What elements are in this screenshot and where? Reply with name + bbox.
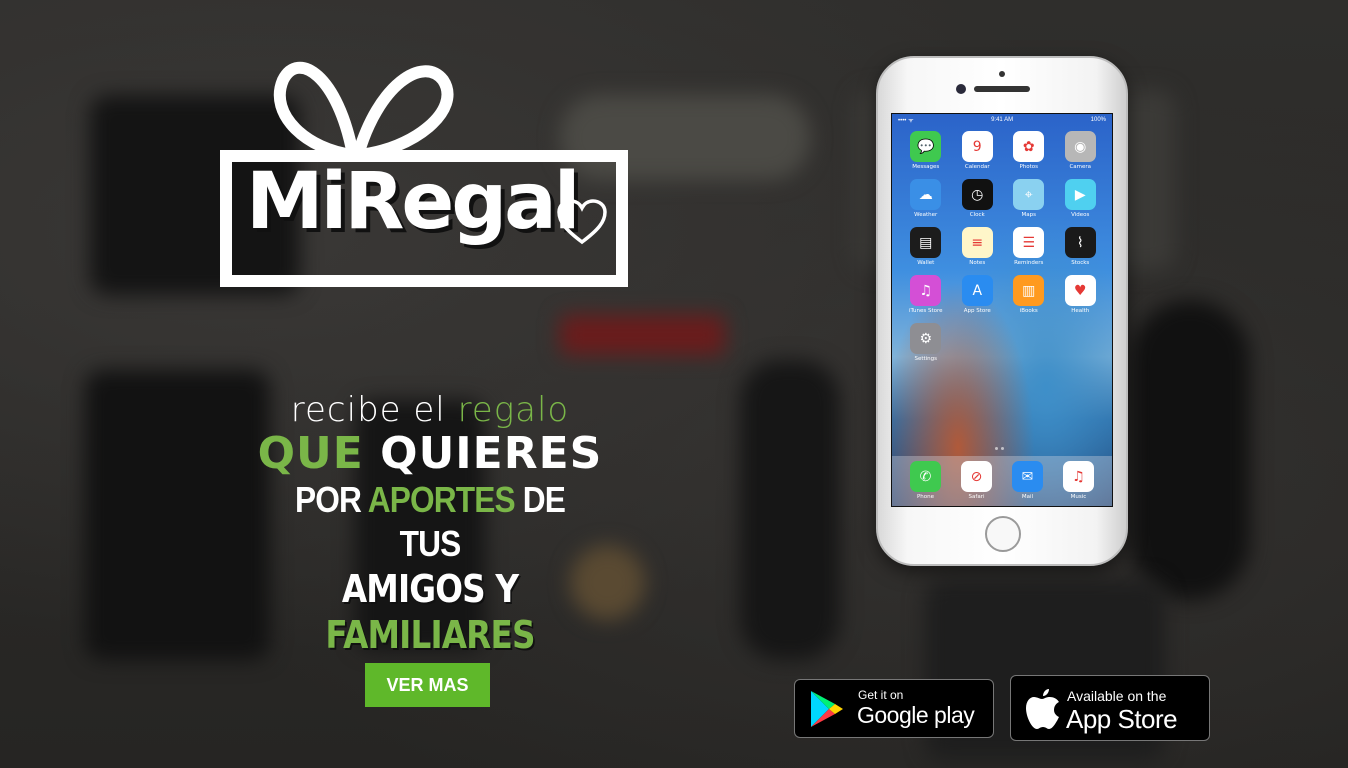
messages-icon: 💬 xyxy=(910,131,942,162)
mail-icon: ✉ xyxy=(1012,461,1043,492)
videos-icon: ▶ xyxy=(1064,179,1096,210)
gift-bow-icon xyxy=(273,61,454,161)
background-photo xyxy=(0,0,1348,768)
app-label: Phone xyxy=(916,494,935,500)
settings-icon: ⚙ xyxy=(910,323,942,354)
app-label: iTunes Store xyxy=(908,308,943,314)
app-label: App Store xyxy=(963,308,991,314)
apple-icon xyxy=(1026,689,1059,729)
app-phone: ✆ Phone xyxy=(900,461,951,506)
tagline-line-4: AMIGOS Y FAMILIARES xyxy=(325,567,535,657)
app-label: Photos xyxy=(1019,164,1039,170)
google-play-badge[interactable]: Get it on Google play xyxy=(794,679,994,738)
page-indicator xyxy=(995,447,1004,450)
clock-icon: ◷ xyxy=(961,179,993,210)
tagline: recibe el regalo QUE QUIERES POR APORTES… xyxy=(250,390,610,658)
tagline-line-1: recibe el regalo xyxy=(290,390,570,430)
reminders-icon: ☰ xyxy=(1013,227,1045,258)
app-label: Safari xyxy=(968,494,985,500)
app-label: Weather xyxy=(914,212,938,218)
app-label: Maps xyxy=(1021,212,1036,218)
notes-icon: ≡ xyxy=(961,227,993,258)
app-label: Calendar xyxy=(964,164,990,170)
app-label: Messages xyxy=(912,164,940,170)
health-icon: ♥ xyxy=(1064,275,1096,306)
tagline-line-2: QUE QUIERES xyxy=(257,428,603,479)
app-stocks: ⌇ Stocks xyxy=(1055,227,1107,266)
app-label: Mail xyxy=(1021,494,1034,500)
app-label: Camera xyxy=(1069,164,1092,170)
appstore-icon: A xyxy=(961,275,993,306)
wallet-icon: ▤ xyxy=(910,227,942,258)
app-maps: ⌖ Maps xyxy=(1003,179,1055,218)
app-music: ♫ Music xyxy=(1053,461,1104,506)
app-notes: ≡ Notes xyxy=(952,227,1004,266)
itunes-icon: ♫ xyxy=(910,275,942,306)
ver-mas-button[interactable]: VER MAS xyxy=(365,663,490,707)
app-label: iBooks xyxy=(1019,308,1038,314)
weather-icon: ☁ xyxy=(910,179,942,210)
google-play-icon xyxy=(811,691,843,727)
stocks-icon: ⌇ xyxy=(1064,227,1096,258)
app-label: Reminders xyxy=(1014,260,1044,266)
app-dock: ✆ Phone ⊘ Safari ✉ Mail ♫ Music xyxy=(892,456,1112,506)
phone-speaker xyxy=(974,86,1030,92)
logo-text: MiRegal xyxy=(246,157,581,247)
app-reminders: ☰ Reminders xyxy=(1003,227,1055,266)
safari-icon: ⊘ xyxy=(961,461,992,492)
app-clock: ◷ Clock xyxy=(952,179,1004,218)
home-button xyxy=(985,516,1021,552)
app-label: Settings xyxy=(914,356,938,362)
app-grid: 💬 Messages 9 Calendar ✿ Photos ◉ Camera ☁ Weather… xyxy=(900,131,1106,362)
ibooks-icon: ▥ xyxy=(1013,275,1045,306)
app-mail: ✉ Mail xyxy=(1002,461,1053,506)
app-ibooks: ▥ iBooks xyxy=(1003,275,1055,314)
photos-icon: ✿ xyxy=(1013,131,1045,162)
app-videos: ▶ Videos xyxy=(1055,179,1107,218)
app-store-badge[interactable]: Available on the App Store xyxy=(1010,675,1210,741)
app-label: Clock xyxy=(969,212,985,218)
app-health: ♥ Health xyxy=(1055,275,1107,314)
phone-screen: •••• ᯤ 9:41 AM 100% 💬 Messages 9 Calendar ✿ P… xyxy=(891,113,1113,507)
heart-icon xyxy=(557,199,607,245)
music-icon: ♫ xyxy=(1063,461,1094,492)
app-itunes-store: ♫ iTunes Store xyxy=(900,275,952,314)
camera-icon: ◉ xyxy=(1064,131,1096,162)
app-camera: ◉ Camera xyxy=(1055,131,1107,170)
app-messages: 💬 Messages xyxy=(900,131,952,170)
phone-icon: ✆ xyxy=(910,461,941,492)
app-calendar: 9 Calendar xyxy=(952,131,1004,170)
app-weather: ☁ Weather xyxy=(900,179,952,218)
tagline-line-3: POR APORTES DE TUS xyxy=(295,479,566,564)
phone-sensor xyxy=(999,71,1005,77)
miregalo-logo[interactable]: MiRegal xyxy=(218,55,630,290)
app-label: Health xyxy=(1071,308,1090,314)
phone-mockup: •••• ᯤ 9:41 AM 100% 💬 Messages 9 Calendar ✿ P… xyxy=(876,56,1128,566)
maps-icon: ⌖ xyxy=(1013,179,1045,210)
front-camera xyxy=(956,84,966,94)
app-safari: ⊘ Safari xyxy=(951,461,1002,506)
app-label: Videos xyxy=(1071,212,1090,218)
status-bar: •••• ᯤ 9:41 AM 100% xyxy=(898,117,1106,124)
app-wallet: ▤ Wallet xyxy=(900,227,952,266)
app-label: Stocks xyxy=(1071,260,1090,266)
app-label: Music xyxy=(1070,494,1087,500)
app-app-store: A App Store xyxy=(952,275,1004,314)
app-label: Notes xyxy=(969,260,986,266)
app-settings: ⚙ Settings xyxy=(900,323,952,362)
app-label: Wallet xyxy=(917,260,935,266)
app-photos: ✿ Photos xyxy=(1003,131,1055,170)
calendar-icon: 9 xyxy=(961,131,993,162)
